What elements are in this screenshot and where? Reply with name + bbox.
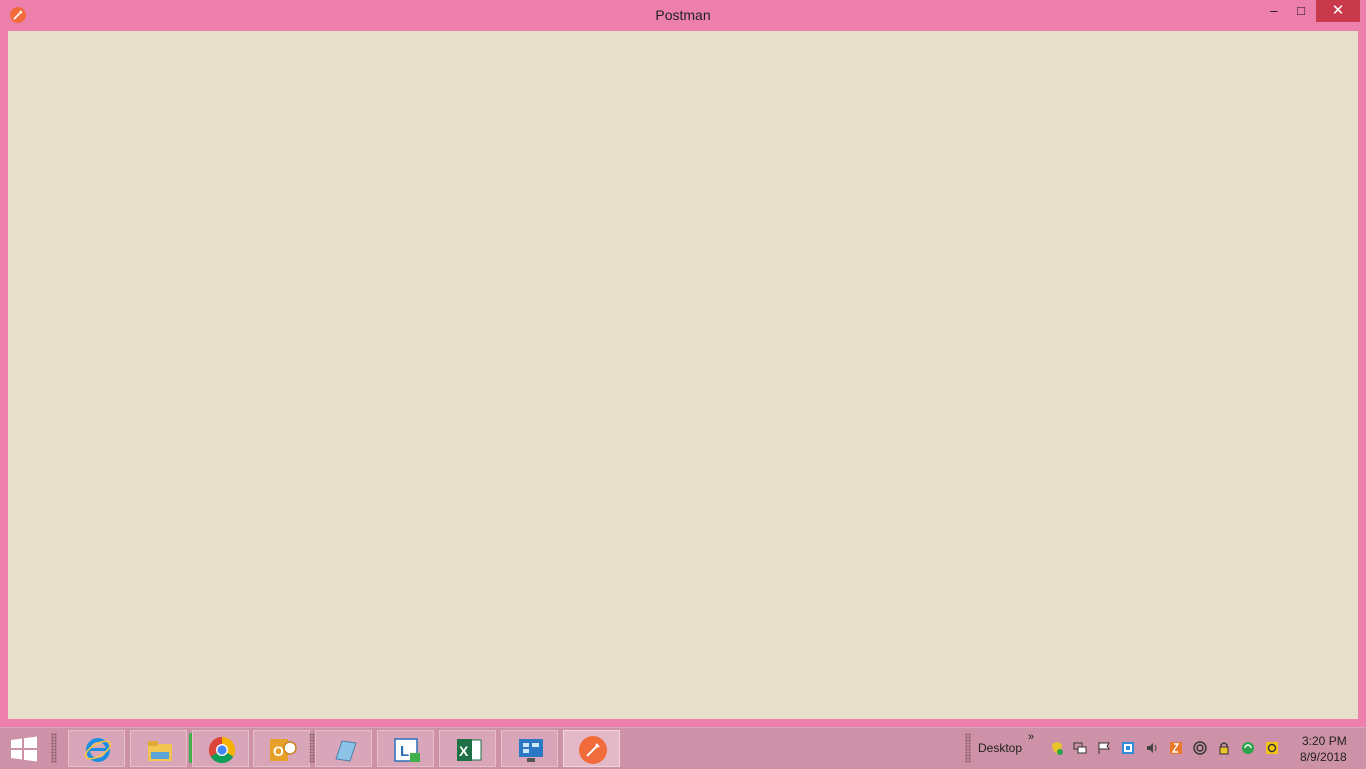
- flag-icon[interactable]: [1097, 741, 1111, 755]
- clock-date[interactable]: 8/9/2018: [1300, 750, 1347, 764]
- svg-text:O: O: [273, 743, 284, 759]
- internet-explorer-icon: [84, 738, 112, 762]
- remote-desktop-icon: [519, 739, 543, 762]
- desktop-toolbar-label[interactable]: Desktop: [978, 741, 1022, 755]
- norton-icon[interactable]: [1265, 741, 1279, 755]
- chrome-icon: [208, 736, 236, 764]
- file-explorer-icon: [148, 741, 172, 761]
- notepad-icon: [335, 740, 357, 762]
- toolbar-chevron-icon[interactable]: »: [1028, 731, 1034, 743]
- svg-text:X: X: [459, 743, 469, 759]
- windows-start-icon[interactable]: [8, 734, 40, 764]
- internet-explorer-button[interactable]: [68, 730, 125, 767]
- app-content-area[interactable]: [8, 31, 1358, 719]
- minimize-button[interactable]: –: [1262, 0, 1286, 22]
- excel-button[interactable]: X: [439, 730, 496, 767]
- lync-button[interactable]: L: [377, 730, 434, 767]
- window-title: Postman: [655, 7, 711, 23]
- lync-icon: L: [394, 738, 420, 762]
- postman-icon: [579, 736, 607, 764]
- outlook-icon: O: [270, 739, 297, 761]
- shield-icon[interactable]: [1050, 741, 1064, 755]
- notepad-button[interactable]: [315, 730, 372, 767]
- speaker-icon[interactable]: [1145, 741, 1159, 755]
- clock-time[interactable]: 3:20 PM: [1302, 734, 1347, 748]
- java-icon[interactable]: [1169, 741, 1183, 755]
- update-icon[interactable]: [1241, 741, 1255, 755]
- excel-icon: X: [457, 739, 482, 761]
- taskbar-grip[interactable]: [51, 733, 57, 763]
- svg-text:L: L: [400, 743, 409, 760]
- toolbar-grip[interactable]: [965, 733, 971, 763]
- network-icon[interactable]: [1073, 741, 1087, 755]
- postman-window: Postman – □ ✕: [0, 0, 1366, 727]
- maximize-button[interactable]: □: [1288, 0, 1314, 22]
- sync-icon[interactable]: [1193, 741, 1207, 755]
- title-bar[interactable]: Postman – □ ✕: [0, 0, 1366, 30]
- chrome-button[interactable]: [192, 730, 249, 767]
- remote-desktop-button[interactable]: [501, 730, 558, 767]
- close-button[interactable]: ✕: [1316, 0, 1360, 22]
- dropbox-icon[interactable]: [1121, 741, 1135, 755]
- postman-button[interactable]: [563, 730, 620, 767]
- lock-icon[interactable]: [1217, 741, 1231, 755]
- outlook-button[interactable]: O: [253, 730, 310, 767]
- file-explorer-button[interactable]: [130, 730, 187, 767]
- taskbar: O L X Desktop » 3:20 PM 8/9/2018: [0, 727, 1366, 769]
